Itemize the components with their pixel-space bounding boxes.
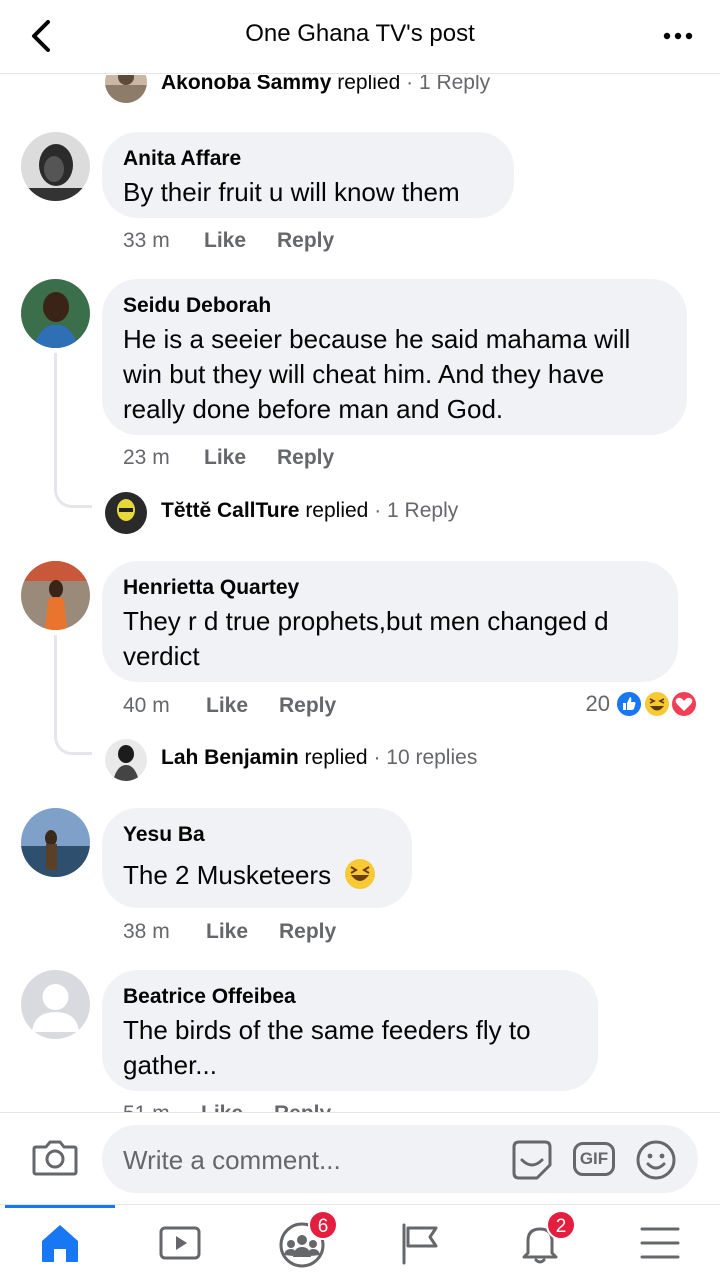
- reply-count: · 1 Reply: [406, 75, 491, 94]
- comment-timestamp: 51 m: [123, 1102, 170, 1112]
- pages-flag-icon: [402, 1223, 438, 1265]
- comment-actions: 23 m Like Reply: [123, 446, 423, 474]
- tab-home[interactable]: [0, 1205, 120, 1280]
- like-button[interactable]: Like: [206, 920, 248, 944]
- active-tab-indicator: [5, 1205, 115, 1208]
- comment-text-row: The 2 Musketeers: [123, 858, 390, 893]
- replied-label: replied: [305, 499, 369, 522]
- comment-text: The 2 Musketeers: [123, 860, 332, 890]
- groups-badge: 6: [308, 1210, 338, 1240]
- notifications-badge: 2: [546, 1210, 576, 1240]
- reaction-icons: [615, 690, 698, 718]
- page-title: One Ghana TV's post: [245, 20, 475, 47]
- thread-connector: [54, 353, 92, 508]
- home-icon: [42, 1225, 78, 1262]
- comment-input-placeholder: Write a comment...: [123, 1145, 341, 1175]
- like-button[interactable]: Like: [201, 1102, 243, 1112]
- gif-button[interactable]: GIF: [573, 1142, 615, 1176]
- reply-thread-link[interactable]: Akonoba Sammy replied · 1 Reply: [161, 75, 490, 95]
- comment-author-name[interactable]: Beatrice Offeibea: [123, 984, 576, 1010]
- avatar[interactable]: [21, 970, 90, 1039]
- comment-bubble[interactable]: Beatrice Offeibea The birds of the same …: [102, 970, 598, 1091]
- like-button[interactable]: Like: [204, 446, 246, 470]
- reply-button[interactable]: Reply: [274, 1102, 331, 1112]
- reply-thread-link[interactable]: Tĕttĕ CallTure replied · 1 Reply: [161, 499, 458, 523]
- avatar[interactable]: [21, 132, 90, 201]
- comment-input[interactable]: Write a comment... GIF: [102, 1125, 698, 1193]
- top-bar: One Ghana TV's post: [0, 0, 720, 74]
- reactions-count: 20: [585, 691, 610, 716]
- comment-timestamp: 23 m: [123, 446, 170, 469]
- reactions-summary[interactable]: 20: [560, 689, 702, 719]
- bottom-navigation: 6 2: [0, 1204, 720, 1280]
- comment-timestamp: 38 m: [123, 920, 170, 943]
- thread-connector: [54, 635, 92, 755]
- avatar[interactable]: [105, 739, 147, 781]
- reply-button[interactable]: Reply: [277, 229, 334, 253]
- reply-button[interactable]: Reply: [279, 694, 336, 718]
- reply-author-name: Akonoba Sammy: [161, 75, 332, 94]
- like-button[interactable]: Like: [206, 694, 248, 718]
- comment-actions: 38 m Like Reply: [123, 920, 423, 948]
- comment-bubble[interactable]: Yesu Ba The 2 Musketeers: [102, 808, 412, 908]
- sticker-icon[interactable]: [510, 1139, 554, 1181]
- replied-label: replied: [337, 75, 401, 94]
- tab-groups[interactable]: 6: [240, 1205, 360, 1280]
- comment-actions: 33 m Like Reply: [123, 229, 423, 257]
- tab-pages[interactable]: [360, 1205, 480, 1280]
- comment-timestamp: 33 m: [123, 229, 170, 252]
- comment-author-name[interactable]: Yesu Ba: [123, 822, 390, 848]
- comment-text: He is a seeier because he said mahama wi…: [123, 324, 631, 424]
- comments-feed[interactable]: Akonoba Sammy replied · 1 Reply Anita Af…: [0, 75, 720, 1112]
- reply-author-name: Tĕttĕ CallTure: [161, 499, 300, 522]
- avatar[interactable]: [105, 492, 147, 534]
- tab-menu[interactable]: [600, 1205, 720, 1280]
- reply-thread-link[interactable]: Lah Benjamin replied · 10 replies: [161, 746, 477, 770]
- tab-watch[interactable]: [120, 1205, 240, 1280]
- reply-count: · 10 replies: [373, 746, 478, 769]
- avatar[interactable]: [105, 75, 147, 103]
- comment-actions: 40 m Like Reply: [123, 694, 423, 722]
- avatar[interactable]: [21, 561, 90, 630]
- reply-author-name: Lah Benjamin: [161, 746, 299, 769]
- replied-label: replied: [304, 746, 368, 769]
- avatar[interactable]: [21, 808, 90, 877]
- reply-button[interactable]: Reply: [277, 446, 334, 470]
- watch-icon: [159, 1226, 201, 1260]
- comment-timestamp: 40 m: [123, 694, 170, 717]
- comment-author-name[interactable]: Anita Affare: [123, 146, 492, 172]
- more-options-icon[interactable]: [662, 22, 694, 50]
- reply-button[interactable]: Reply: [279, 920, 336, 944]
- tab-notifications[interactable]: 2: [480, 1205, 600, 1280]
- avatar[interactable]: [21, 279, 90, 348]
- comment-author-name[interactable]: Seidu Deborah: [123, 293, 665, 319]
- comment-text: By their fruit u will know them: [123, 177, 460, 207]
- comment-author-name[interactable]: Henrietta Quartey: [123, 575, 656, 601]
- comment-bubble[interactable]: Anita Affare By their fruit u will know …: [102, 132, 514, 218]
- reply-count: · 1 Reply: [374, 499, 459, 522]
- camera-icon[interactable]: [32, 1137, 78, 1177]
- comment-bubble[interactable]: Henrietta Quartey They r d true prophets…: [102, 561, 678, 682]
- comment-actions: 51 m Like Reply: [123, 1102, 423, 1112]
- like-button[interactable]: Like: [204, 229, 246, 253]
- comment-text: They r d true prophets,but men changed d…: [123, 606, 609, 671]
- comment-text: The birds of the same feeders fly to gat…: [123, 1015, 531, 1080]
- laughing-emoji-icon: [345, 859, 376, 889]
- comment-bubble[interactable]: Seidu Deborah He is a seeier because he …: [102, 279, 687, 435]
- emoji-icon[interactable]: [635, 1139, 677, 1181]
- menu-icon: [640, 1227, 680, 1259]
- comment-composer: Write a comment... GIF: [0, 1112, 720, 1204]
